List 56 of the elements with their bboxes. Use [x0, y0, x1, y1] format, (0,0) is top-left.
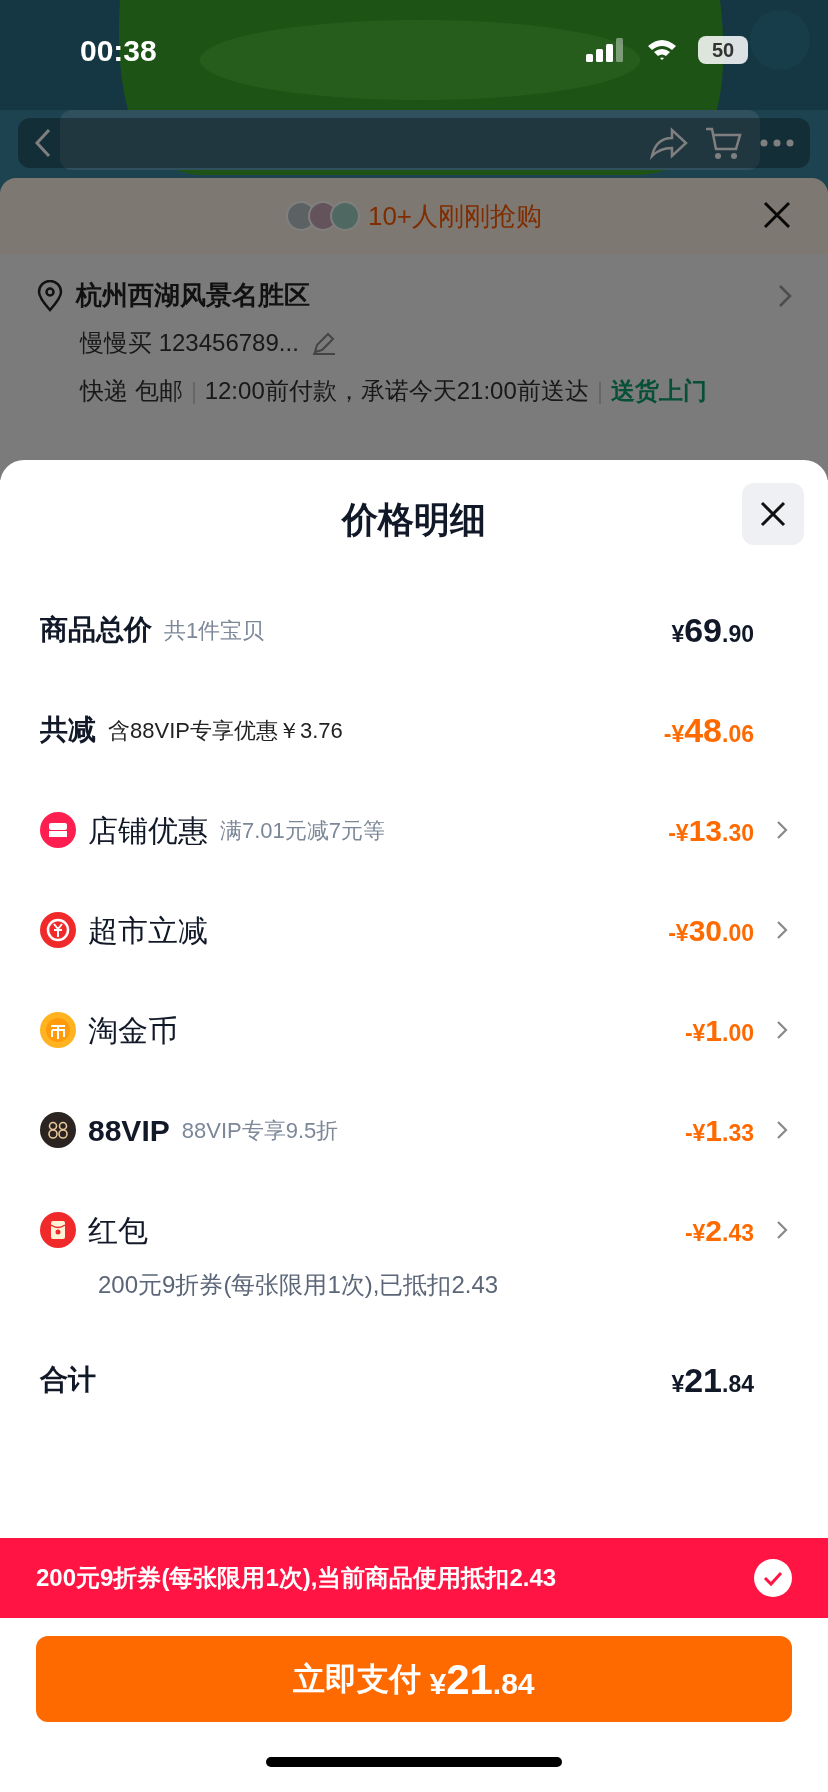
battery-indicator: 50: [698, 36, 748, 64]
close-icon[interactable]: [762, 200, 792, 230]
shop-icon: [40, 812, 76, 848]
row-label: 店铺优惠: [88, 812, 208, 849]
pay-button[interactable]: 立即支付 ¥21.84: [36, 1636, 792, 1722]
share-icon[interactable]: [648, 126, 688, 160]
chevron-right-icon[interactable]: [778, 283, 792, 308]
check-icon[interactable]: [754, 1559, 792, 1597]
price-amount: -¥2.43: [684, 1212, 754, 1249]
envelope-icon: [40, 1212, 76, 1248]
row-label: 淘金币: [88, 1012, 178, 1049]
price-amount: -¥13.30: [668, 812, 754, 849]
location-icon: [36, 279, 64, 312]
row-note: 共1件宝贝: [164, 616, 265, 645]
chevron-right-icon[interactable]: [776, 1220, 788, 1240]
price-amount: -¥1.00: [684, 1012, 754, 1049]
vip-badge-icon: [40, 1112, 76, 1148]
sheet-title: 价格明细: [342, 498, 486, 542]
price-amount: -¥1.33: [684, 1112, 754, 1149]
coupon-text: 200元9折券(每张限用1次),当前商品使用抵扣2.43: [36, 1563, 558, 1593]
row-note: 88VIP专享9.5折: [181, 1116, 339, 1145]
row-label: 88VIP: [88, 1112, 170, 1149]
chevron-right-icon[interactable]: [776, 820, 788, 840]
row-note: 满7.01元减7元等: [220, 816, 386, 845]
delivery-tag: 送货上门: [610, 377, 707, 404]
price-amount: ¥69.90: [671, 609, 754, 651]
delivery-info: 12:00前付款，承诺今天21:00前送达: [204, 377, 589, 404]
yuan-coupon-icon: [40, 912, 76, 948]
row-note: 含88VIP专享优惠￥3.76: [108, 716, 343, 745]
close-button[interactable]: [742, 483, 804, 545]
back-icon[interactable]: [34, 128, 52, 158]
price-amount: ¥21.84: [671, 1359, 754, 1401]
signal-icon: [586, 38, 624, 62]
buyers-note: 10+人刚刚抢购: [367, 199, 543, 233]
chevron-right-icon[interactable]: [776, 1020, 788, 1040]
cart-icon[interactable]: [704, 125, 744, 161]
row-label: 红包: [88, 1212, 148, 1249]
row-label: 合计: [40, 1363, 96, 1397]
coin-icon: [40, 1012, 76, 1048]
recipient-text: 慢慢买 123456789...: [80, 328, 299, 358]
pencil-icon[interactable]: [310, 330, 337, 356]
price-amount: -¥48.06: [663, 709, 754, 751]
chevron-right-icon[interactable]: [776, 1120, 788, 1140]
wifi-icon: [646, 38, 678, 62]
address-text: 杭州西湖风景名胜区: [76, 279, 311, 312]
coupon-bar[interactable]: 200元9折券(每张限用1次),当前商品使用抵扣2.43: [0, 1538, 828, 1618]
price-amount: -¥30.00: [668, 912, 754, 949]
close-icon: [759, 500, 787, 528]
delivery-info: 快递 包邮: [80, 377, 183, 404]
row-label: 超市立减: [88, 912, 208, 949]
row-label: 共减: [40, 713, 96, 747]
status-time: 00:38: [80, 32, 157, 69]
row-label: 商品总价: [40, 613, 152, 647]
chevron-right-icon[interactable]: [776, 920, 788, 940]
more-icon[interactable]: [760, 139, 794, 147]
row-detail: 200元9折券(每张限用1次),已抵扣2.43: [97, 1269, 500, 1300]
